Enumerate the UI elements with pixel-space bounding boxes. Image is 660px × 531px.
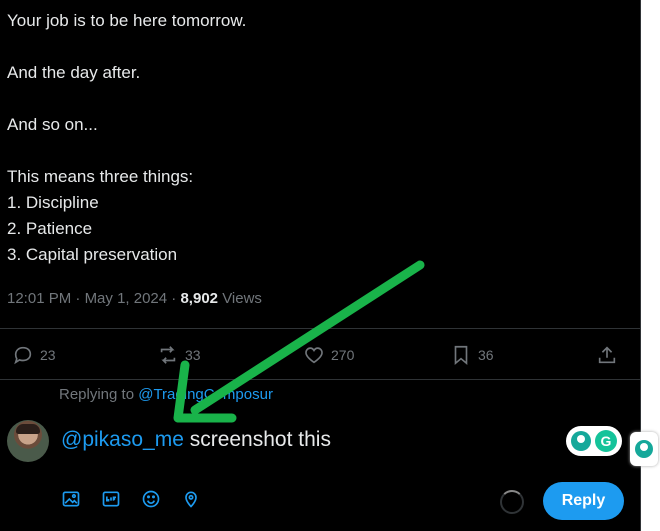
gif-icon — [102, 491, 120, 507]
repost-icon — [160, 346, 176, 364]
lightbulb-icon — [635, 440, 653, 458]
bookmark-count: 36 — [478, 347, 494, 363]
emoji-button[interactable] — [140, 488, 162, 510]
divider — [0, 379, 640, 380]
replying-to: Replying to @TradingComposur — [59, 386, 273, 403]
side-lightbulb-button[interactable] — [630, 432, 658, 466]
character-counter — [500, 490, 524, 514]
like-action[interactable]: 270 — [303, 340, 354, 370]
image-button[interactable] — [60, 488, 82, 510]
reply-count: 23 — [40, 347, 56, 363]
tweet-line: Your job is to be here tomorrow. — [7, 11, 247, 30]
like-count: 270 — [331, 347, 355, 363]
gif-button[interactable] — [100, 488, 122, 510]
share-action[interactable] — [596, 340, 618, 370]
tweet-line: And the day after. — [7, 63, 141, 82]
tweet-panel: Your job is to be here tomorrow. And the… — [0, 0, 641, 531]
compose-toolbar — [60, 488, 202, 510]
reply-input[interactable]: @pikaso_me screenshot this — [61, 428, 331, 452]
tweet-actions: 23 33 270 36 — [0, 340, 640, 370]
tweet-line: 3. Capital preservation — [7, 245, 178, 264]
repost-count: 33 — [185, 347, 201, 363]
location-button[interactable] — [180, 488, 202, 510]
tweet-date[interactable]: May 1, 2024 — [85, 290, 168, 307]
tweet-body: Your job is to be here tomorrow. And the… — [7, 8, 607, 268]
lightbulb-icon — [571, 431, 591, 451]
views-label: Views — [222, 290, 262, 307]
image-icon — [62, 491, 80, 507]
replying-to-handle[interactable]: @TradingComposur — [138, 386, 273, 403]
avatar[interactable] — [7, 420, 49, 462]
tweet-line: And so on... — [7, 115, 98, 134]
tweet-line: 2. Patience — [7, 219, 93, 238]
tweet-line: 1. Discipline — [7, 193, 99, 212]
reply-text: screenshot this — [183, 428, 331, 451]
grammarly-widget[interactable]: G — [566, 426, 622, 456]
emoji-icon — [142, 490, 160, 508]
repost-action[interactable]: 33 — [157, 340, 201, 370]
views-count: 8,902 — [180, 290, 219, 307]
grammarly-icon: G — [595, 430, 617, 452]
comment-icon — [14, 346, 32, 365]
reply-mention: @pikaso_me — [61, 428, 184, 451]
divider — [0, 328, 640, 329]
reply-button[interactable]: Reply — [543, 482, 624, 520]
location-icon — [185, 491, 197, 508]
heart-icon — [305, 347, 323, 364]
tweet-meta: 12:01 PM · May 1, 2024 · 8,902 Views — [7, 290, 262, 307]
tweet-time[interactable]: 12:01 PM — [7, 290, 71, 307]
bookmark-action[interactable]: 36 — [450, 340, 494, 370]
bookmark-icon — [454, 345, 468, 366]
replying-to-label: Replying to — [59, 386, 135, 403]
tweet-line: This means three things: — [7, 167, 194, 186]
share-icon — [598, 346, 616, 364]
reply-action[interactable]: 23 — [12, 340, 56, 370]
